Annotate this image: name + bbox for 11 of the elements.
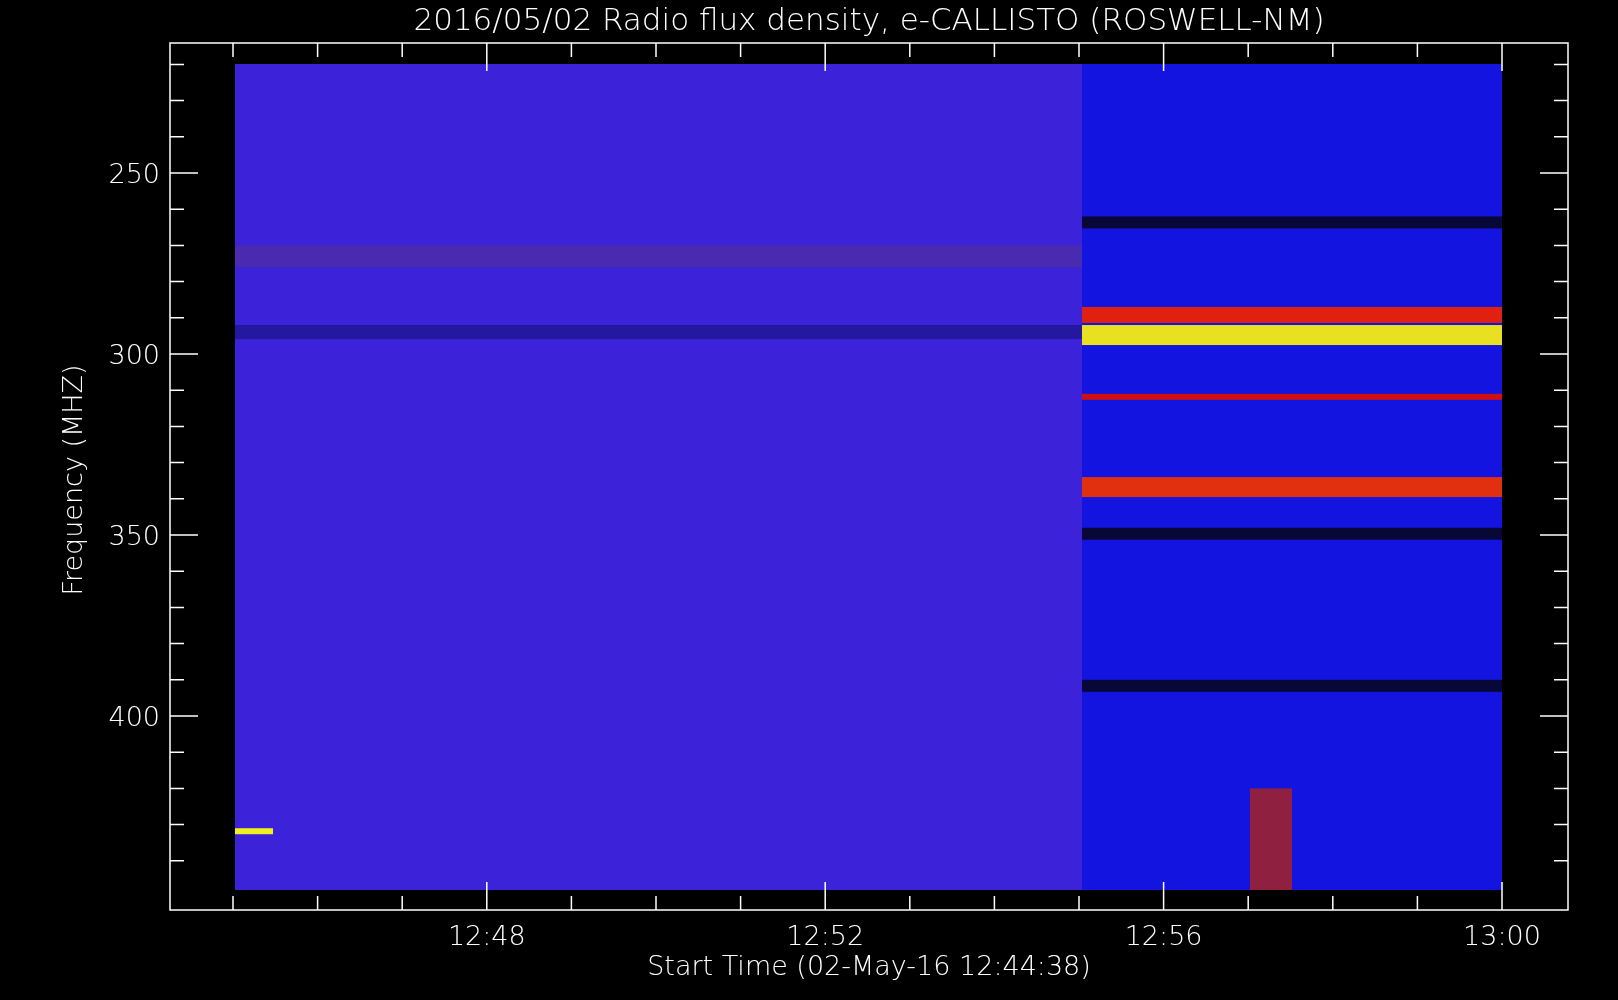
- tick-label: 250: [108, 158, 160, 189]
- axis-title: Start Time (02-May-16 12:44:38): [647, 950, 1091, 981]
- tick-label: 12:48: [447, 920, 526, 951]
- tick-label: 300: [108, 339, 160, 370]
- tick-label: 12:52: [786, 920, 865, 951]
- axis-title: Frequency (MHZ): [57, 364, 88, 596]
- tick-label: 12:56: [1124, 920, 1203, 951]
- tick-label: 400: [108, 701, 160, 732]
- tick-label: 350: [108, 520, 160, 551]
- chart-title: 2016/05/02 Radio flux density, e-CALLISTO (ROSWELL-NM): [413, 1, 1325, 37]
- tick-label: 13:00: [1463, 920, 1541, 951]
